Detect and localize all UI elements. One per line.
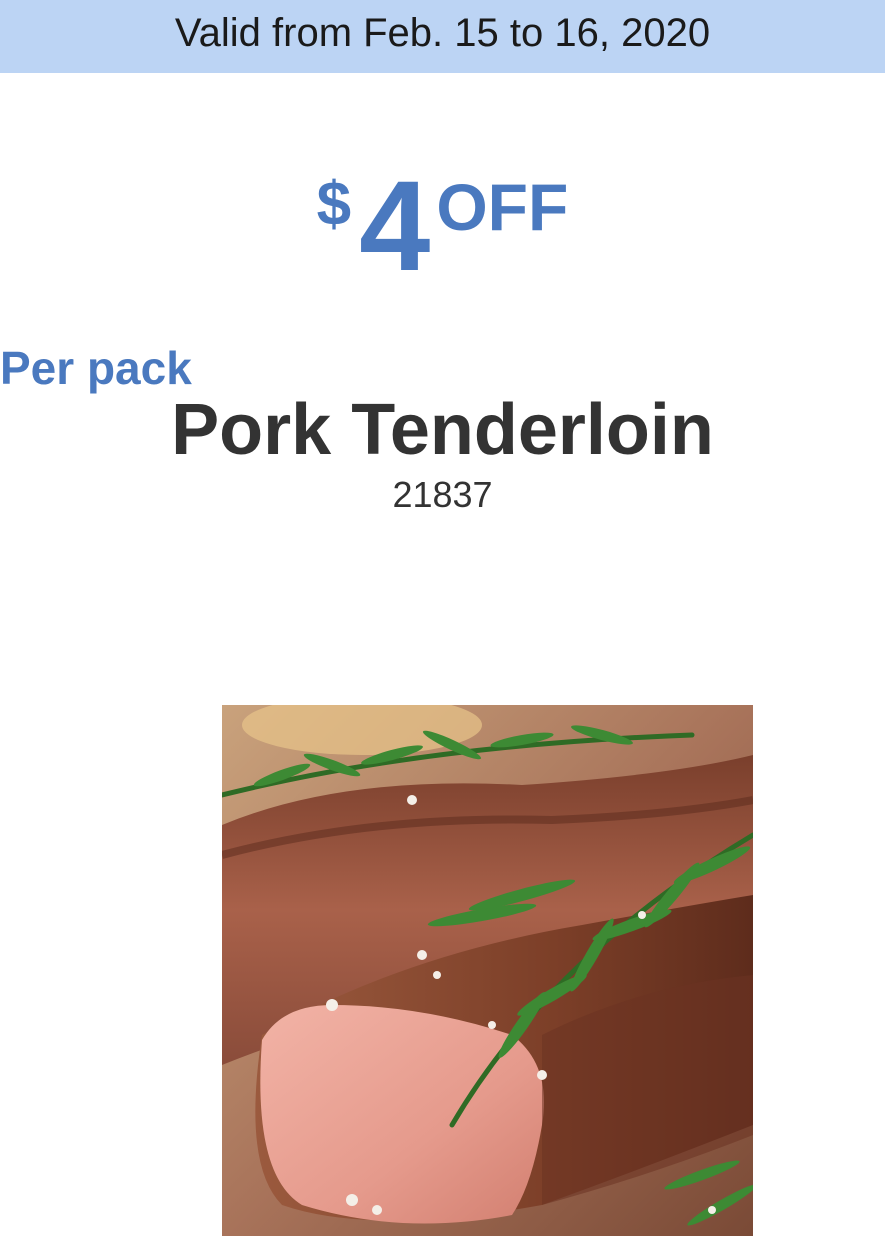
discount-off-label: OFF [436, 170, 569, 244]
discount-badge: $4OFF [0, 155, 885, 298]
validity-text: Valid from Feb. 15 to 16, 2020 [174, 11, 711, 55]
discount-amount: 4 [359, 155, 431, 298]
pork-tenderloin-photo-icon [222, 705, 753, 1236]
product-name: Pork Tenderloin [171, 390, 714, 470]
discount-currency: $ [316, 170, 352, 239]
product-code: 21837 [392, 474, 493, 515]
product-image [222, 705, 753, 1236]
validity-banner: Valid from Feb. 15 to 16, 2020 [0, 0, 885, 73]
per-pack-label: Per pack [0, 342, 192, 394]
